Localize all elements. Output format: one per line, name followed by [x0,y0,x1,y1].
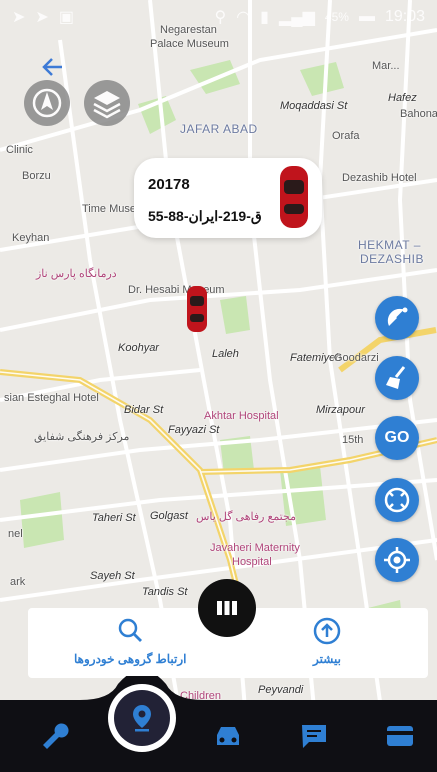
map-label: Bahonar [400,108,437,120]
battery-level: 45% [324,10,349,24]
map-label: Time Muse [82,203,136,215]
more-button[interactable]: بیشتر [312,616,342,666]
compass-button[interactable] [24,80,70,126]
map-label: Borzu [22,170,51,182]
credit-card-icon [387,726,413,746]
search-icon [119,618,143,642]
map-label: DEZASHIB [360,252,425,266]
map-label: Moqaddasi St [280,100,348,112]
map-label: Akhtar Hospital [204,410,279,422]
map-layers-button[interactable] [84,80,130,126]
location-status-icon: ⚲ [214,9,227,26]
target-button[interactable] [375,478,419,522]
map-label: Hafez [388,92,417,104]
vehicle-plate: 55-ق-219-ایران-88 [148,208,262,224]
arrow-up-circle-icon [313,617,341,645]
gps-fixed-icon [384,547,410,573]
map-label: Palace Museum [150,38,229,50]
map-label: 15th [342,434,364,446]
map-label: درمانگاه پارس ناز [36,268,117,280]
status-bar: ➤ ➤ ▣ ⚲ ◠ ▮ ▂▄▆ 45% ▬ 19:03 [0,0,437,34]
satellite-button[interactable] [375,296,419,340]
map-layers-icon [93,91,121,119]
map-label: Fayyazi St [168,424,220,436]
map-label: Hospital [232,556,272,568]
arrow-left-icon [42,58,62,76]
go-button[interactable]: GO [375,416,419,460]
bottom-navigation [0,676,437,772]
map-label: Taheri St [92,512,136,524]
crosshair-icon [384,487,410,513]
map-label: Dezashib Hotel [342,172,417,184]
map-label: Golgast [150,510,188,522]
nav-curve [0,676,437,716]
signal-icon: ▂▄▆ [278,9,315,26]
broom-icon [386,366,406,389]
map-label: JAFAR ABAD [180,122,258,136]
pause-icon [217,601,237,615]
nav-vehicles-button[interactable] [212,720,244,752]
location-pin-icon [133,705,151,732]
map-label: Dr. Hesabi Museum [128,284,225,296]
nav-messages-button[interactable] [298,720,330,752]
group-contact-label: ارتباط گروهی خودروها [74,652,187,666]
map-label: مرکز فرهنگی شفایق [34,431,130,443]
nav-service-button[interactable] [38,720,70,752]
vehicle-id: 20178 [148,176,190,193]
satellite-dish-icon [387,307,408,326]
compass-icon [32,88,62,118]
map-label: HEKMAT – [358,238,421,252]
car-top-icon [280,166,308,228]
map-label: Keyhan [12,232,50,244]
clean-map-button[interactable] [375,356,419,400]
car-icon [217,727,239,745]
wifi-icon: ◠ [236,9,251,26]
nav-payment-button[interactable] [384,720,416,752]
map-label: Mar... [372,60,400,72]
map-label: Bidar St [124,404,164,416]
map-label: Mirzapour [316,404,365,416]
send-icon: ➤ [12,9,26,26]
map-label: nel [8,528,23,540]
sim-icon: ▮ [260,9,269,26]
wrench-icon [43,723,69,749]
send-icon: ➤ [35,9,49,26]
vehicle-marker[interactable] [184,284,210,334]
vehicle-info-popup[interactable]: 20178 55-ق-219-ایران-88 [134,158,322,238]
map-label: Koohyar [118,342,159,354]
map-label: sian Esteghal Hotel [4,392,99,404]
map-label: Goodarzi [334,352,379,364]
clock: 19:03 [384,8,425,25]
pause-button[interactable] [198,579,256,637]
nav-location-button[interactable] [114,690,170,746]
my-location-button[interactable] [375,538,419,582]
map-label: Laleh [212,348,239,360]
more-label: بیشتر [313,652,341,666]
map-label: ark [10,576,26,588]
image-icon: ▣ [58,9,74,26]
map-label: Clinic [6,144,33,156]
map-label: Sayeh St [90,570,135,582]
go-label: GO [384,429,410,446]
battery-icon: ▬ [358,8,375,25]
map-label: Tandis St [142,586,188,598]
map-label: مجتمع رفاهی گل یاس [196,511,296,523]
message-icon [302,725,326,748]
map-label: Javaheri Maternity [210,542,300,554]
back-button[interactable] [40,54,66,80]
group-contact-button[interactable]: ارتباط گروهی خودروها [74,616,187,666]
map-label: Orafa [332,130,360,142]
